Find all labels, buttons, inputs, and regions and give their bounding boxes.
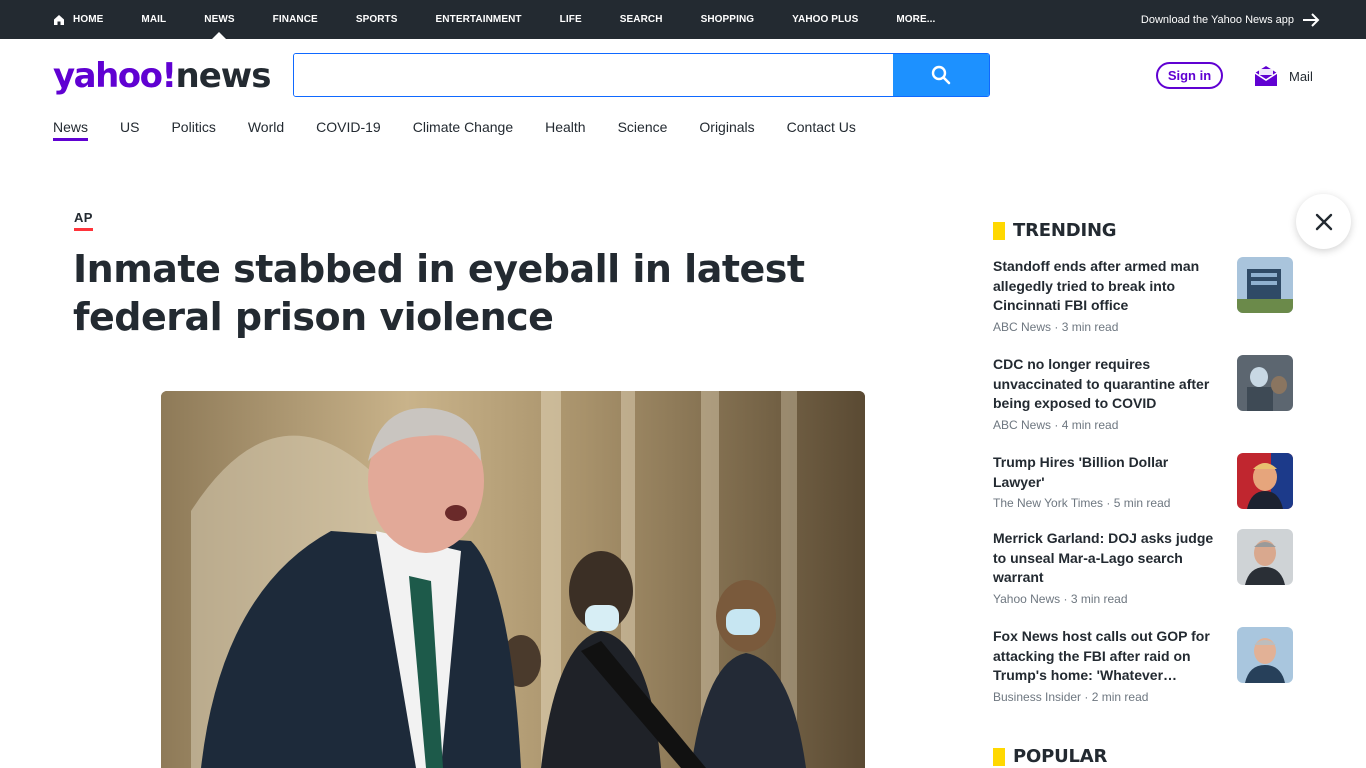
subnav-science[interactable]: Science [618,114,668,140]
topnav-shopping[interactable]: Shopping [701,0,755,39]
trending-item[interactable]: Standoff ends after armed man allegedly … [993,257,1293,334]
trending-accent-bar [993,221,1005,240]
trending-item-publisher: Business Insider [993,689,1082,704]
article-source-label[interactable]: AP [74,210,93,231]
topnav-home[interactable]: Home [53,0,103,39]
trending-item-title: Merrick Garland: DOJ asks judge to unsea… [993,530,1214,586]
logo-section: news [175,56,272,96]
search-button[interactable] [893,54,989,96]
trending-item-meta: Business Insider · 2 min read [993,689,1149,704]
subnav-health[interactable]: Health [545,114,585,140]
topnav-search[interactable]: Search [620,0,663,39]
mail-label: Mail [1289,68,1313,84]
topnav-yahoo-plus-label: Yahoo Plus [792,14,859,25]
trending-item-read-time: 5 min read [1113,496,1171,511]
trending-item-thumbnail[interactable] [1237,529,1293,585]
article-headline: Inmate stabbed in eyeball in latest fede… [73,247,805,339]
yahoo-news-logo[interactable]: yahoo! news [53,56,271,96]
topnav-life-label: Life [559,14,582,25]
trending-item-title: Standoff ends after armed man allegedly … [993,258,1200,314]
topnav-more-label: More... [896,14,936,25]
topnav-yahoo-plus[interactable]: Yahoo Plus [792,0,858,39]
close-button[interactable] [1296,194,1351,249]
topnav-search-label: Search [619,14,663,25]
trending-item-title: Trump Hires 'Billion Dollar Lawyer' [993,454,1169,490]
subnav-us[interactable]: US [120,114,139,140]
trending-item[interactable]: Trump Hires 'Billion Dollar Lawyer' The … [993,453,1293,510]
topnav-entertainment[interactable]: Entertainment [436,0,522,39]
popular-title: Popular [1013,746,1108,767]
top-navigation-bar: Home Mail News Finance Sports Entertainm… [0,0,1366,39]
close-icon [1315,213,1332,230]
subnav-politics[interactable]: Politics [171,114,215,140]
search-icon [931,65,951,85]
trending-item-thumbnail[interactable] [1237,627,1293,683]
topnav-mail[interactable]: Mail [141,0,166,39]
trending-item-meta: ABC News · 4 min read [993,417,1119,432]
topnav-sports-label: Sports [355,14,398,25]
subnav-covid-19[interactable]: COVID-19 [316,114,381,140]
topnav-life[interactable]: Life [560,0,582,39]
home-icon [54,14,64,25]
trending-heading: Trending [993,220,1117,241]
trending-item-publisher: ABC News [993,417,1052,432]
topnav-home-label: Home [73,14,104,25]
trending-title: Trending [1013,220,1117,241]
trending-item-title: CDC no longer requires unvaccinated to q… [993,356,1210,412]
mail-link[interactable]: Mail [1253,62,1313,90]
subnav-news[interactable]: News [53,114,89,141]
trending-item-read-time: 4 min read [1061,417,1119,432]
trending-item-read-time: 3 min read [1070,591,1128,606]
trending-item[interactable]: Merrick Garland: DOJ asks judge to unsea… [993,529,1293,606]
search-bar [293,53,990,97]
news-subnav: News US Politics World COVID-19 Climate … [53,114,888,142]
download-app-link[interactable]: Download the Yahoo News app [1141,0,1320,39]
top-nav: Home Mail News Finance Sports Entertainm… [53,0,973,39]
subnav-world[interactable]: World [248,114,284,140]
sign-in-button[interactable]: Sign in [1156,62,1223,89]
download-app-label: Download the Yahoo News app [1140,13,1294,26]
arrow-right-icon [1303,12,1320,27]
topnav-entertainment-label: Entertainment [435,14,522,25]
trending-item-meta: ABC News · 3 min read [993,319,1119,334]
popular-heading: Popular [993,746,1107,767]
article-hero-image[interactable] [161,391,865,768]
trending-item-thumbnail[interactable] [1237,355,1293,411]
topnav-news-label: News [204,14,235,25]
trending-item-read-time: 3 min read [1061,319,1119,334]
logo-brand: yahoo! [53,56,177,96]
topnav-shopping-label: Shopping [700,14,755,25]
trending-item-publisher: The New York Times [993,496,1104,511]
trending-item[interactable]: Fox News host calls out GOP for attackin… [993,627,1293,704]
mail-envelope-icon [1254,66,1278,86]
trending-item-thumbnail[interactable] [1237,453,1293,509]
topnav-more[interactable]: More... [896,0,935,39]
search-input[interactable] [294,54,893,96]
trending-item-meta: Yahoo News · 3 min read [993,591,1128,606]
trending-item-thumbnail[interactable] [1237,257,1293,313]
subnav-originals[interactable]: Originals [699,114,754,140]
popular-accent-bar [993,747,1005,766]
topnav-mail-label: Mail [141,14,167,25]
trending-item[interactable]: CDC no longer requires unvaccinated to q… [993,355,1293,432]
subnav-contact-us[interactable]: Contact Us [787,114,856,140]
topnav-news[interactable]: News [204,0,235,39]
trending-item-publisher: ABC News [993,319,1052,334]
hero-photo-illustration [161,391,865,768]
trending-item-title: Fox News host calls out GOP for attackin… [993,628,1210,684]
topnav-finance-label: Finance [272,14,318,25]
trending-item-publisher: Yahoo News [993,591,1061,606]
topnav-sports[interactable]: Sports [356,0,398,39]
subnav-climate-change[interactable]: Climate Change [413,114,513,140]
topnav-finance[interactable]: Finance [273,0,318,39]
trending-item-read-time: 2 min read [1091,689,1149,704]
